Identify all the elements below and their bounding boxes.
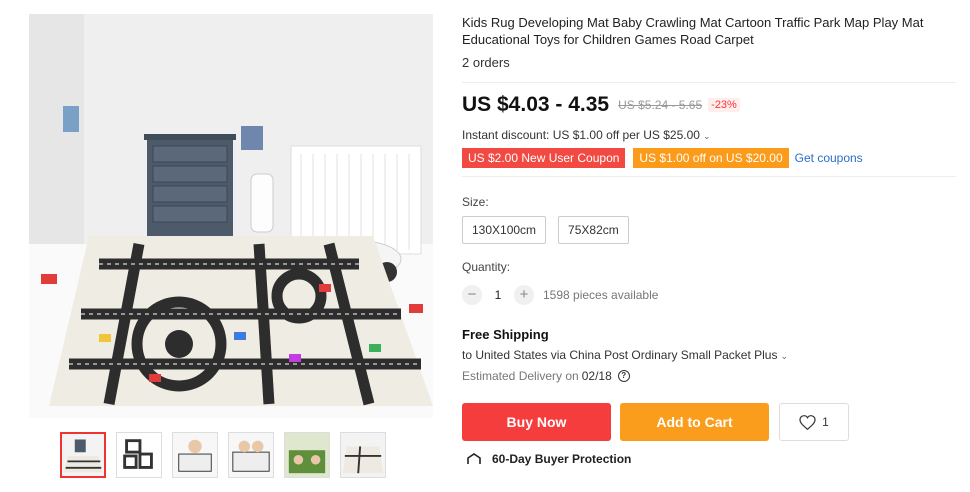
delivery-label: Estimated Delivery on [462,369,579,383]
coupon-row: US $2.00 New User Coupon US $1.00 off on… [462,148,962,168]
divider [462,176,956,177]
product-info: Kids Rug Developing Mat Baby Crawling Ma… [462,14,962,466]
current-price: US $4.03 - 4.35 [462,93,610,116]
new-user-coupon[interactable]: US $2.00 New User Coupon [462,148,626,168]
quantity-increment-button[interactable]: + [514,285,534,305]
shipping-destination-text: to United States via China Post Ordinary… [462,348,778,362]
quantity-decrement-button[interactable]: − [462,285,482,305]
quantity-stepper: − 1 + 1598 pieces available [462,285,962,305]
order-count: 2 orders [462,55,510,70]
size-option-75x82[interactable]: 75X82cm [558,216,629,244]
thumbnail-strip [60,432,386,478]
size-options: 130X100cm 75X82cm [462,216,962,244]
estimated-delivery: Estimated Delivery on 02/18 ? [462,369,962,383]
wishlist-count: 1 [822,415,829,429]
price-row: US $4.03 - 4.35 US $5.24 - 5.65 -23% [462,93,962,117]
quantity-label: Quantity: [462,260,511,274]
thumbnail-3[interactable] [172,432,218,478]
heart-icon [799,414,816,430]
delivery-date: 02/18 [581,369,612,383]
thumbnail-4[interactable] [228,432,274,478]
main-product-image[interactable] [29,14,433,418]
buyer-protection: 60-Day Buyer Protection [462,452,962,466]
wishlist-button[interactable]: 1 [779,403,849,441]
buy-now-button[interactable]: Buy Now [462,403,611,441]
original-price: US $5.24 - 5.65 [618,98,703,112]
discount-badge: -23% [708,98,740,112]
buyer-protection-label: 60-Day Buyer Protection [492,452,632,466]
get-coupons-link[interactable]: Get coupons [795,151,863,165]
available-stock: 1598 pieces available [543,288,659,302]
help-circle-icon[interactable]: ? [617,370,630,382]
instant-discount[interactable]: Instant discount: US $1.00 off per US $2… [462,128,962,142]
instant-discount-text: Instant discount: US $1.00 off per US $2… [462,128,700,142]
thumbnail-2[interactable] [116,432,162,478]
chevron-down-icon: ⌄ [702,131,711,141]
thumbnail-6[interactable] [340,432,386,478]
thumbnail-1[interactable] [60,432,106,478]
chevron-down-icon: ⌄ [780,351,789,361]
divider [462,82,956,83]
size-option-130x100[interactable]: 130X100cm [462,216,547,244]
shipping-destination[interactable]: to United States via China Post Ordinary… [462,348,962,362]
product-title: Kids Rug Developing Mat Baby Crawling Ma… [462,15,924,47]
purchase-actions: Buy Now Add to Cart 1 [462,403,962,441]
shipping-title: Free Shipping [462,327,549,342]
add-to-cart-button[interactable]: Add to Cart [620,403,769,441]
thumbnail-5[interactable] [284,432,330,478]
store-coupon[interactable]: US $1.00 off on US $20.00 [633,148,789,168]
quantity-value[interactable]: 1 [482,288,514,302]
shield-icon [467,453,481,464]
size-label: Size: [462,195,489,209]
